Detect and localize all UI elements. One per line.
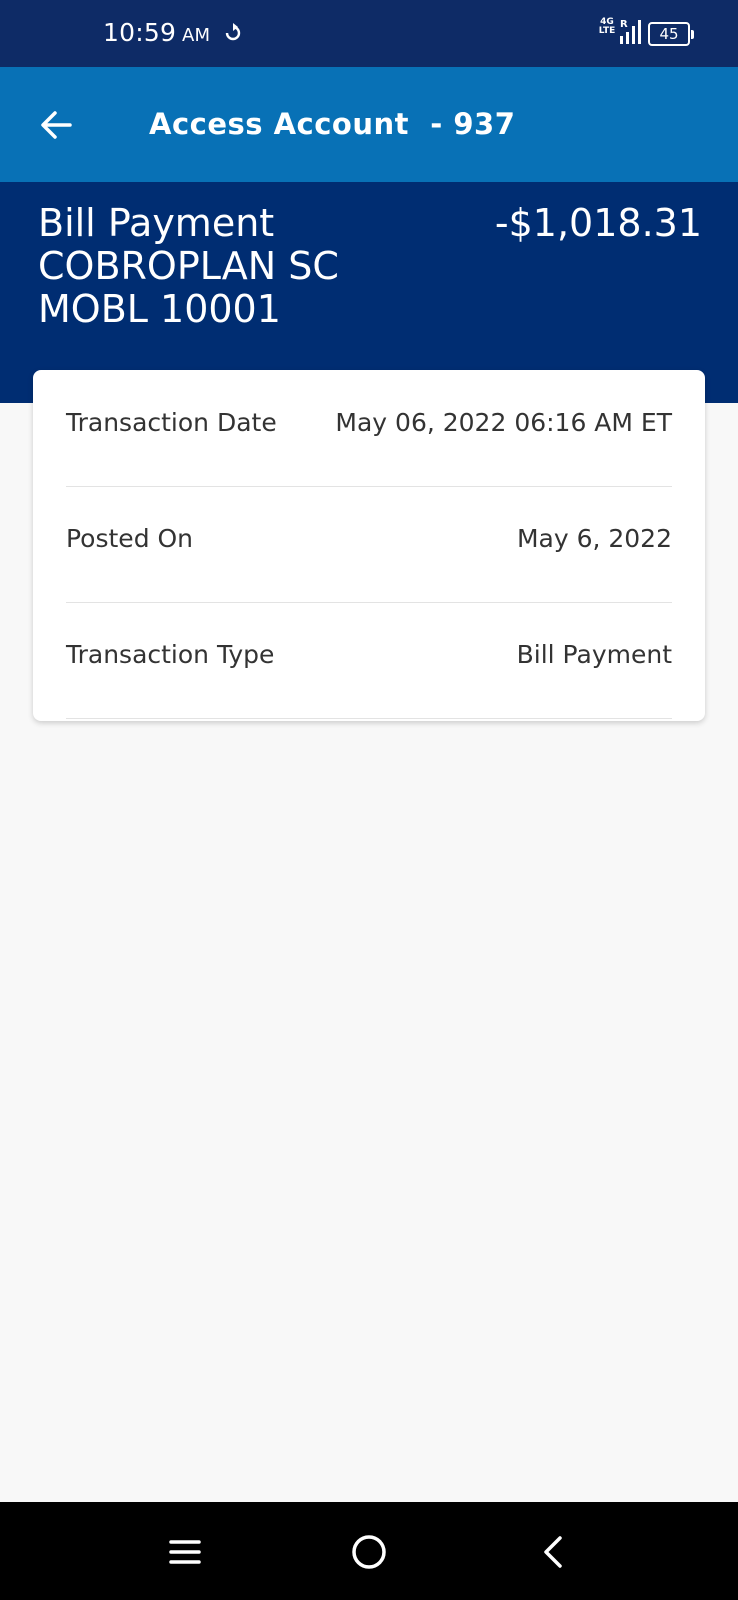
detail-row-transaction-type: Transaction Type Bill Payment: [66, 602, 672, 719]
status-time: 10:59 AM: [103, 18, 210, 47]
payee-line: MOBL 10001: [38, 287, 281, 331]
payee-name: Bill Payment COBROPLAN SC MOBL 10001: [38, 202, 438, 331]
detail-row-posted-on: Posted On May 6, 2022: [66, 486, 672, 603]
app-header: Access Account - 937: [0, 67, 738, 182]
roaming-indicator: R: [620, 19, 628, 30]
back-chevron-icon[interactable]: [532, 1530, 576, 1574]
detail-value: May 6, 2022: [516, 524, 672, 553]
transaction-amount: -$1,018.31: [494, 201, 702, 245]
details-card: Transaction Date May 06, 2022 06:16 AM E…: [33, 370, 705, 721]
menu-icon[interactable]: [163, 1530, 207, 1574]
network-type: 4G LTE: [598, 17, 616, 36]
battery-level: 45: [659, 25, 679, 43]
home-circle-icon[interactable]: [347, 1530, 391, 1574]
status-ampm: AM: [182, 25, 211, 46]
system-nav-bar: [0, 1502, 738, 1600]
arrow-left-icon[interactable]: [36, 105, 76, 145]
detail-label: Transaction Date: [66, 408, 277, 437]
detail-row-transaction-date: Transaction Date May 06, 2022 06:16 AM E…: [66, 370, 672, 487]
signal-icon: R: [620, 19, 641, 44]
detail-value: May 06, 2022 06:16 AM ET: [335, 408, 672, 437]
status-bar: 10:59 AM 4G LTE R 45: [0, 0, 738, 67]
battery-icon: 45: [648, 22, 694, 46]
detail-value: Bill Payment: [516, 640, 672, 669]
sync-icon: [225, 23, 241, 41]
detail-label: Posted On: [66, 524, 194, 553]
status-clock: 10:59: [103, 18, 177, 47]
detail-label: Transaction Type: [66, 640, 275, 669]
page-title: Access Account - 937: [149, 107, 516, 141]
payee-line: COBROPLAN SC: [38, 244, 339, 288]
payee-line: Bill Payment: [38, 201, 275, 245]
